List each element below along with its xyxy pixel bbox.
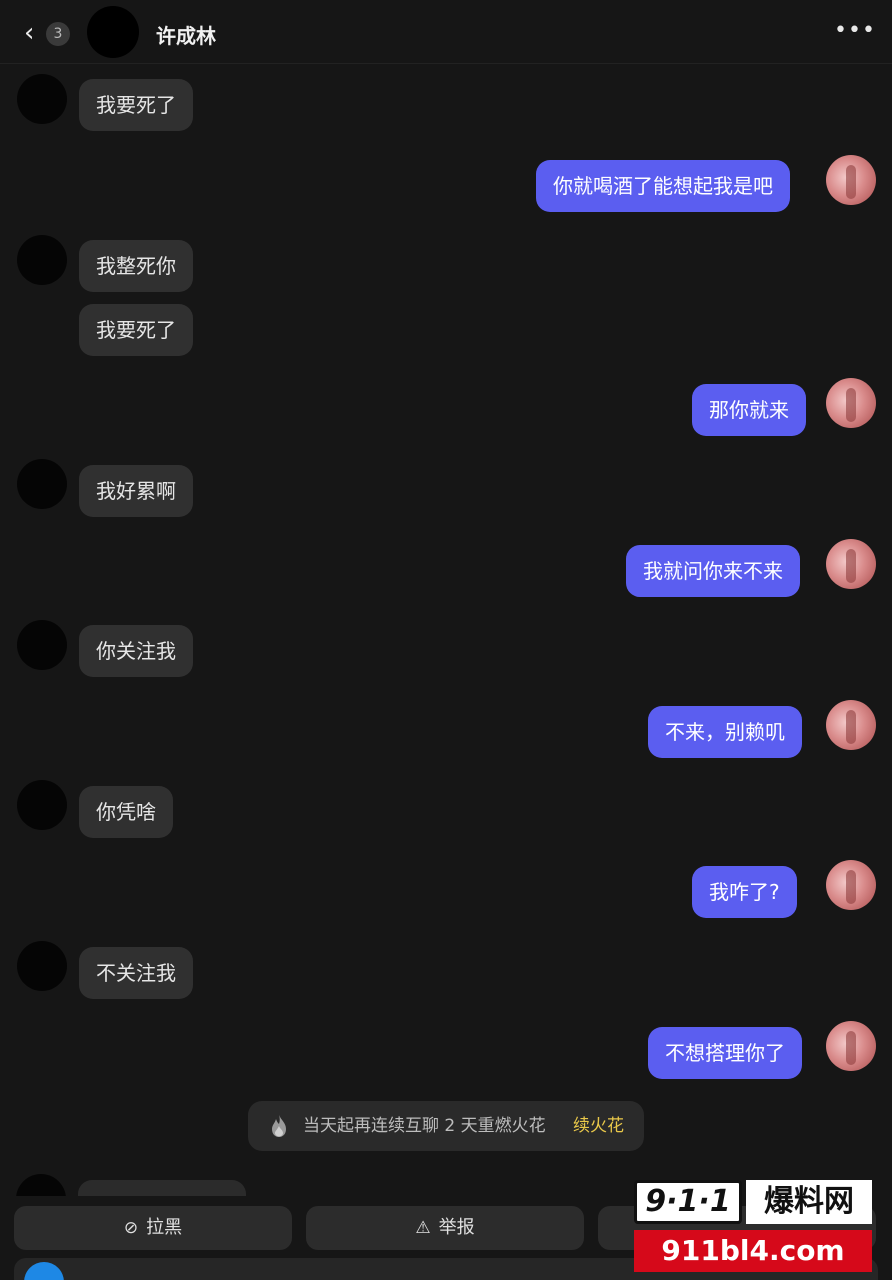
contact-message-avatar[interactable] — [17, 235, 67, 285]
incoming-message[interactable]: 你凭啥 — [79, 786, 173, 838]
warning-icon: ⚠ — [415, 1218, 431, 1238]
contact-name[interactable]: 许成林 — [156, 20, 216, 49]
my-avatar[interactable] — [826, 700, 876, 750]
chevron-left-icon: ‹ — [24, 18, 35, 48]
contact-avatar[interactable] — [87, 6, 139, 58]
more-dots-icon[interactable]: ••• — [834, 18, 875, 48]
incoming-message[interactable]: 我好累啊 — [79, 465, 193, 517]
block-button[interactable]: ⊘ 拉黑 — [14, 1206, 292, 1250]
report-button-label: 举报 — [438, 1217, 475, 1238]
outgoing-message[interactable]: 你就喝酒了能想起我是吧 — [536, 160, 790, 212]
block-button-label: 拉黑 — [146, 1217, 183, 1238]
incoming-message[interactable]: 你关注我 — [79, 625, 193, 677]
voice-button[interactable] — [24, 1262, 64, 1280]
fire-icon — [272, 1115, 286, 1137]
my-avatar[interactable] — [826, 1021, 876, 1071]
watermark-logo: 9·1·1 爆料网 911bl4.com — [630, 1174, 876, 1280]
watermark-brand: 爆料网 — [746, 1180, 872, 1224]
incoming-message[interactable]: 不关注我 — [79, 947, 193, 999]
my-avatar[interactable] — [826, 860, 876, 910]
contact-message-avatar[interactable] — [17, 74, 67, 124]
streak-notice: 当天起再连续互聊 2 天重燃火花 续火花 — [248, 1101, 644, 1151]
contact-message-avatar[interactable] — [17, 941, 67, 991]
block-icon: ⊘ — [123, 1218, 139, 1238]
outgoing-message[interactable]: 不来，别赖叽 — [648, 706, 802, 758]
contact-message-avatar[interactable] — [17, 459, 67, 509]
contact-message-avatar[interactable] — [17, 780, 67, 830]
chat-header: ‹ 3 许成林 ••• — [0, 0, 892, 64]
my-avatar[interactable] — [826, 378, 876, 428]
outgoing-message[interactable]: 不想搭理你了 — [648, 1027, 802, 1079]
outgoing-message[interactable]: 我就问你来不来 — [626, 545, 800, 597]
outgoing-message[interactable]: 我咋了? — [692, 866, 797, 918]
unread-count-badge: 3 — [46, 22, 70, 46]
incoming-message[interactable]: 我要死了 — [79, 79, 193, 131]
watermark-number: 9·1·1 — [634, 1180, 742, 1224]
renew-streak-link[interactable]: 续火花 — [573, 1101, 624, 1151]
report-button[interactable]: ⚠ 举报 — [306, 1206, 584, 1250]
watermark-url: 911bl4.com — [634, 1230, 872, 1272]
incoming-message[interactable]: 我整死你 — [79, 240, 193, 292]
streak-notice-text: 当天起再连续互聊 2 天重燃火花 — [303, 1116, 546, 1136]
my-avatar[interactable] — [826, 539, 876, 589]
incoming-message[interactable]: 我要死了 — [79, 304, 193, 356]
my-avatar[interactable] — [826, 155, 876, 205]
contact-message-avatar[interactable] — [17, 620, 67, 670]
back-button[interactable]: ‹ 3 — [18, 14, 76, 52]
outgoing-message[interactable]: 那你就来 — [692, 384, 806, 436]
